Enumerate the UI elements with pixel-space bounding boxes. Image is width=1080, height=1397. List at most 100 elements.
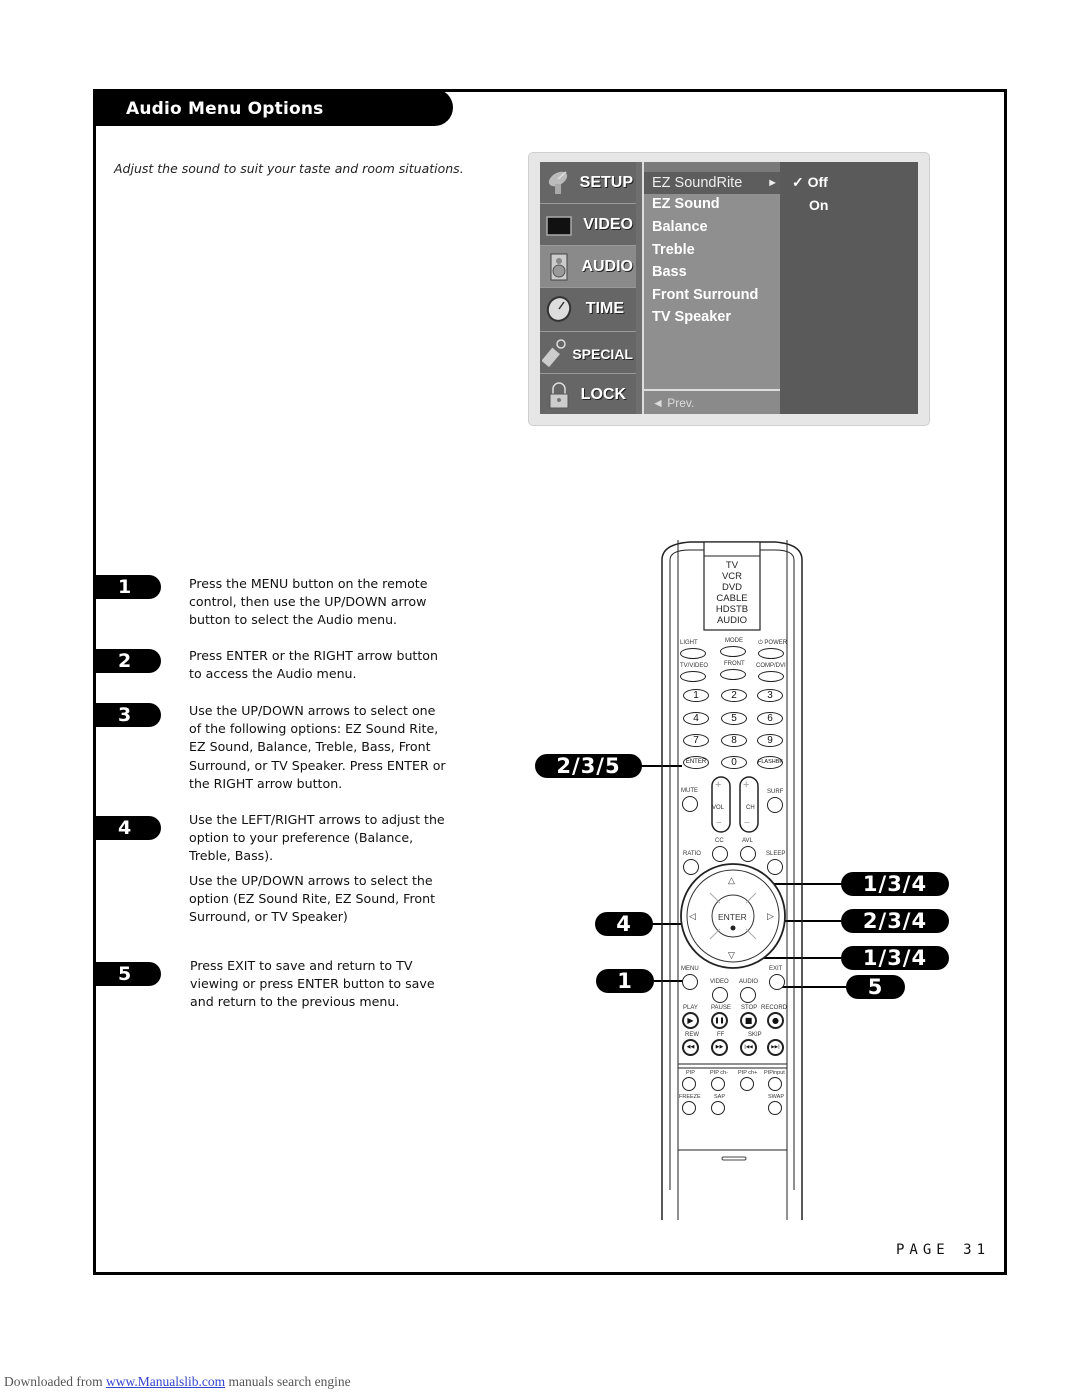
step-badge-2: 2 bbox=[96, 649, 161, 673]
power-button[interactable] bbox=[758, 648, 784, 659]
speaker-icon bbox=[550, 253, 568, 281]
enter-num-button[interactable]: ENTER bbox=[683, 756, 709, 769]
osd-item-tv-speaker[interactable]: TV Speaker bbox=[652, 309, 731, 325]
cc-button[interactable] bbox=[712, 846, 728, 862]
osd-prev-button[interactable]: ◄ Prev. bbox=[644, 389, 780, 414]
osd-item-balance[interactable]: Balance bbox=[652, 219, 708, 235]
num-8-button[interactable]: 8 bbox=[721, 734, 747, 747]
callout-up-arrow: 1/3/4 bbox=[841, 872, 949, 896]
num-9-button[interactable]: 9 bbox=[757, 734, 783, 747]
num-0-button[interactable]: 0 bbox=[721, 756, 747, 769]
freeze-button[interactable] bbox=[682, 1101, 696, 1115]
audio-button[interactable] bbox=[740, 987, 756, 1003]
vol-rocker[interactable]: VOL bbox=[712, 805, 724, 811]
osd-tab-video[interactable]: VIDEO bbox=[540, 204, 636, 246]
step-text-5: Press EXIT to save and return to TV view… bbox=[190, 958, 435, 1010]
step-badge-5: 5 bbox=[96, 962, 161, 986]
mode-button[interactable] bbox=[720, 646, 746, 657]
checkmark-icon: ✓ bbox=[792, 174, 804, 190]
enter-button[interactable]: ENTER bbox=[718, 912, 747, 922]
tv-video-button[interactable] bbox=[680, 671, 706, 682]
menu-button[interactable] bbox=[682, 974, 698, 990]
osd-tab-special[interactable]: SPECIAL bbox=[540, 332, 636, 374]
padlock-icon bbox=[549, 382, 569, 409]
osd-option-on[interactable]: On bbox=[809, 197, 828, 213]
callout-left-arrow: 4 bbox=[595, 912, 653, 936]
num-1-button[interactable]: 1 bbox=[683, 689, 709, 702]
comp-dvi-button[interactable] bbox=[758, 671, 784, 682]
skip-back-button[interactable]: |◀◀ bbox=[740, 1039, 757, 1056]
sleep-button[interactable] bbox=[767, 859, 783, 875]
play-button[interactable]: ▶ bbox=[682, 1012, 699, 1029]
front-button[interactable] bbox=[720, 669, 746, 680]
osd-item-front-surround[interactable]: Front Surround bbox=[652, 287, 758, 303]
page-number: PAGE 31 bbox=[896, 1242, 991, 1258]
num-4-button[interactable]: 4 bbox=[683, 712, 709, 725]
section-title: Audio Menu Options bbox=[126, 99, 324, 119]
callout-enter-key: 2/3/5 bbox=[535, 754, 642, 778]
mute-button[interactable] bbox=[682, 796, 698, 812]
device-mode-list: TV VCR DVD CABLE HDSTB AUDIO bbox=[715, 560, 749, 626]
surf-button[interactable] bbox=[767, 797, 783, 813]
remote-control: TV VCR DVD CABLE HDSTB AUDIO LIGHT MODE … bbox=[660, 540, 805, 1220]
video-button[interactable] bbox=[712, 987, 728, 1003]
pip-button[interactable] bbox=[682, 1077, 696, 1091]
pause-button[interactable]: ❚❚ bbox=[711, 1012, 728, 1029]
tag-icon bbox=[542, 339, 566, 367]
step-text-3: Use the UP/DOWN arrows to select one of … bbox=[189, 703, 446, 791]
step-badge-3: 3 bbox=[96, 703, 161, 727]
manualslib-link[interactable]: www.Manualslib.com bbox=[106, 1374, 225, 1389]
num-7-button[interactable]: 7 bbox=[683, 734, 709, 747]
right-arrow-button[interactable]: ▷ bbox=[767, 911, 774, 922]
skip-forward-button[interactable]: ▶▶| bbox=[767, 1039, 784, 1056]
osd-item-bass[interactable]: Bass bbox=[652, 264, 687, 280]
ch-rocker[interactable]: CH bbox=[746, 805, 755, 811]
satellite-dish-icon bbox=[548, 171, 568, 194]
step-badge-1: 1 bbox=[96, 575, 161, 599]
pip-input-button[interactable] bbox=[768, 1077, 782, 1091]
ratio-button[interactable] bbox=[683, 859, 699, 875]
osd-tab-lock[interactable]: LOCK bbox=[540, 374, 636, 414]
section-title-bar: Audio Menu Options bbox=[93, 89, 453, 126]
osd-item-treble[interactable]: Treble bbox=[652, 242, 695, 258]
step-text-4b: Use the UP/DOWN arrows to select the opt… bbox=[189, 873, 436, 925]
osd-tab-column: SETUP VIDEO AUDIO TIME SPECIAL LOCK bbox=[540, 162, 636, 414]
tv-screen-icon bbox=[546, 216, 572, 236]
callout-menu: 1 bbox=[596, 969, 654, 993]
osd-option-off[interactable]: ✓ Off bbox=[792, 174, 828, 191]
rew-button[interactable]: ◀◀ bbox=[682, 1039, 699, 1056]
clock-icon bbox=[546, 296, 572, 322]
step-badge-4: 4 bbox=[96, 816, 161, 840]
osd-option-panel: ✓ Off On bbox=[780, 162, 918, 414]
callout-right-arrow: 2/3/4 bbox=[841, 909, 949, 933]
osd-item-ez-soundrite[interactable]: EZ SoundRite ► bbox=[644, 172, 784, 194]
swap-button[interactable] bbox=[768, 1101, 782, 1115]
left-arrow-button[interactable]: ◁ bbox=[689, 911, 696, 922]
submenu-arrow-icon: ► bbox=[767, 177, 778, 189]
osd-item-ez-sound[interactable]: EZ Sound bbox=[652, 196, 720, 212]
callout-down-arrow: 1/3/4 bbox=[841, 946, 949, 970]
exit-button[interactable] bbox=[769, 974, 785, 990]
record-button[interactable]: ● bbox=[767, 1012, 784, 1029]
sap-button[interactable] bbox=[711, 1101, 725, 1115]
avl-button[interactable] bbox=[740, 846, 756, 862]
num-3-button[interactable]: 3 bbox=[757, 689, 783, 702]
pip-ch-minus-button[interactable] bbox=[711, 1077, 725, 1091]
step-text-1: Press the MENU button on the remote cont… bbox=[189, 576, 428, 628]
flashbk-button[interactable]: FLASHBK bbox=[757, 756, 783, 769]
num-5-button[interactable]: 5 bbox=[721, 712, 747, 725]
osd-item-list: EZ SoundRite ► EZ Sound Balance Treble B… bbox=[642, 162, 784, 414]
num-2-button[interactable]: 2 bbox=[721, 689, 747, 702]
down-arrow-button[interactable]: ▽ bbox=[728, 950, 735, 961]
num-6-button[interactable]: 6 bbox=[757, 712, 783, 725]
osd-tab-audio[interactable]: AUDIO bbox=[540, 246, 636, 288]
stop-button[interactable]: ■ bbox=[740, 1012, 757, 1029]
ff-button[interactable]: ▶▶ bbox=[711, 1039, 728, 1056]
step-text-2: Press ENTER or the RIGHT arrow button to… bbox=[189, 648, 438, 682]
osd-tab-time[interactable]: TIME bbox=[540, 288, 636, 332]
up-arrow-button[interactable]: △ bbox=[728, 875, 735, 886]
osd-tab-setup[interactable]: SETUP bbox=[540, 162, 636, 204]
callout-exit: 5 bbox=[846, 975, 905, 999]
light-button[interactable] bbox=[680, 648, 706, 659]
pip-ch-plus-button[interactable] bbox=[740, 1077, 754, 1091]
